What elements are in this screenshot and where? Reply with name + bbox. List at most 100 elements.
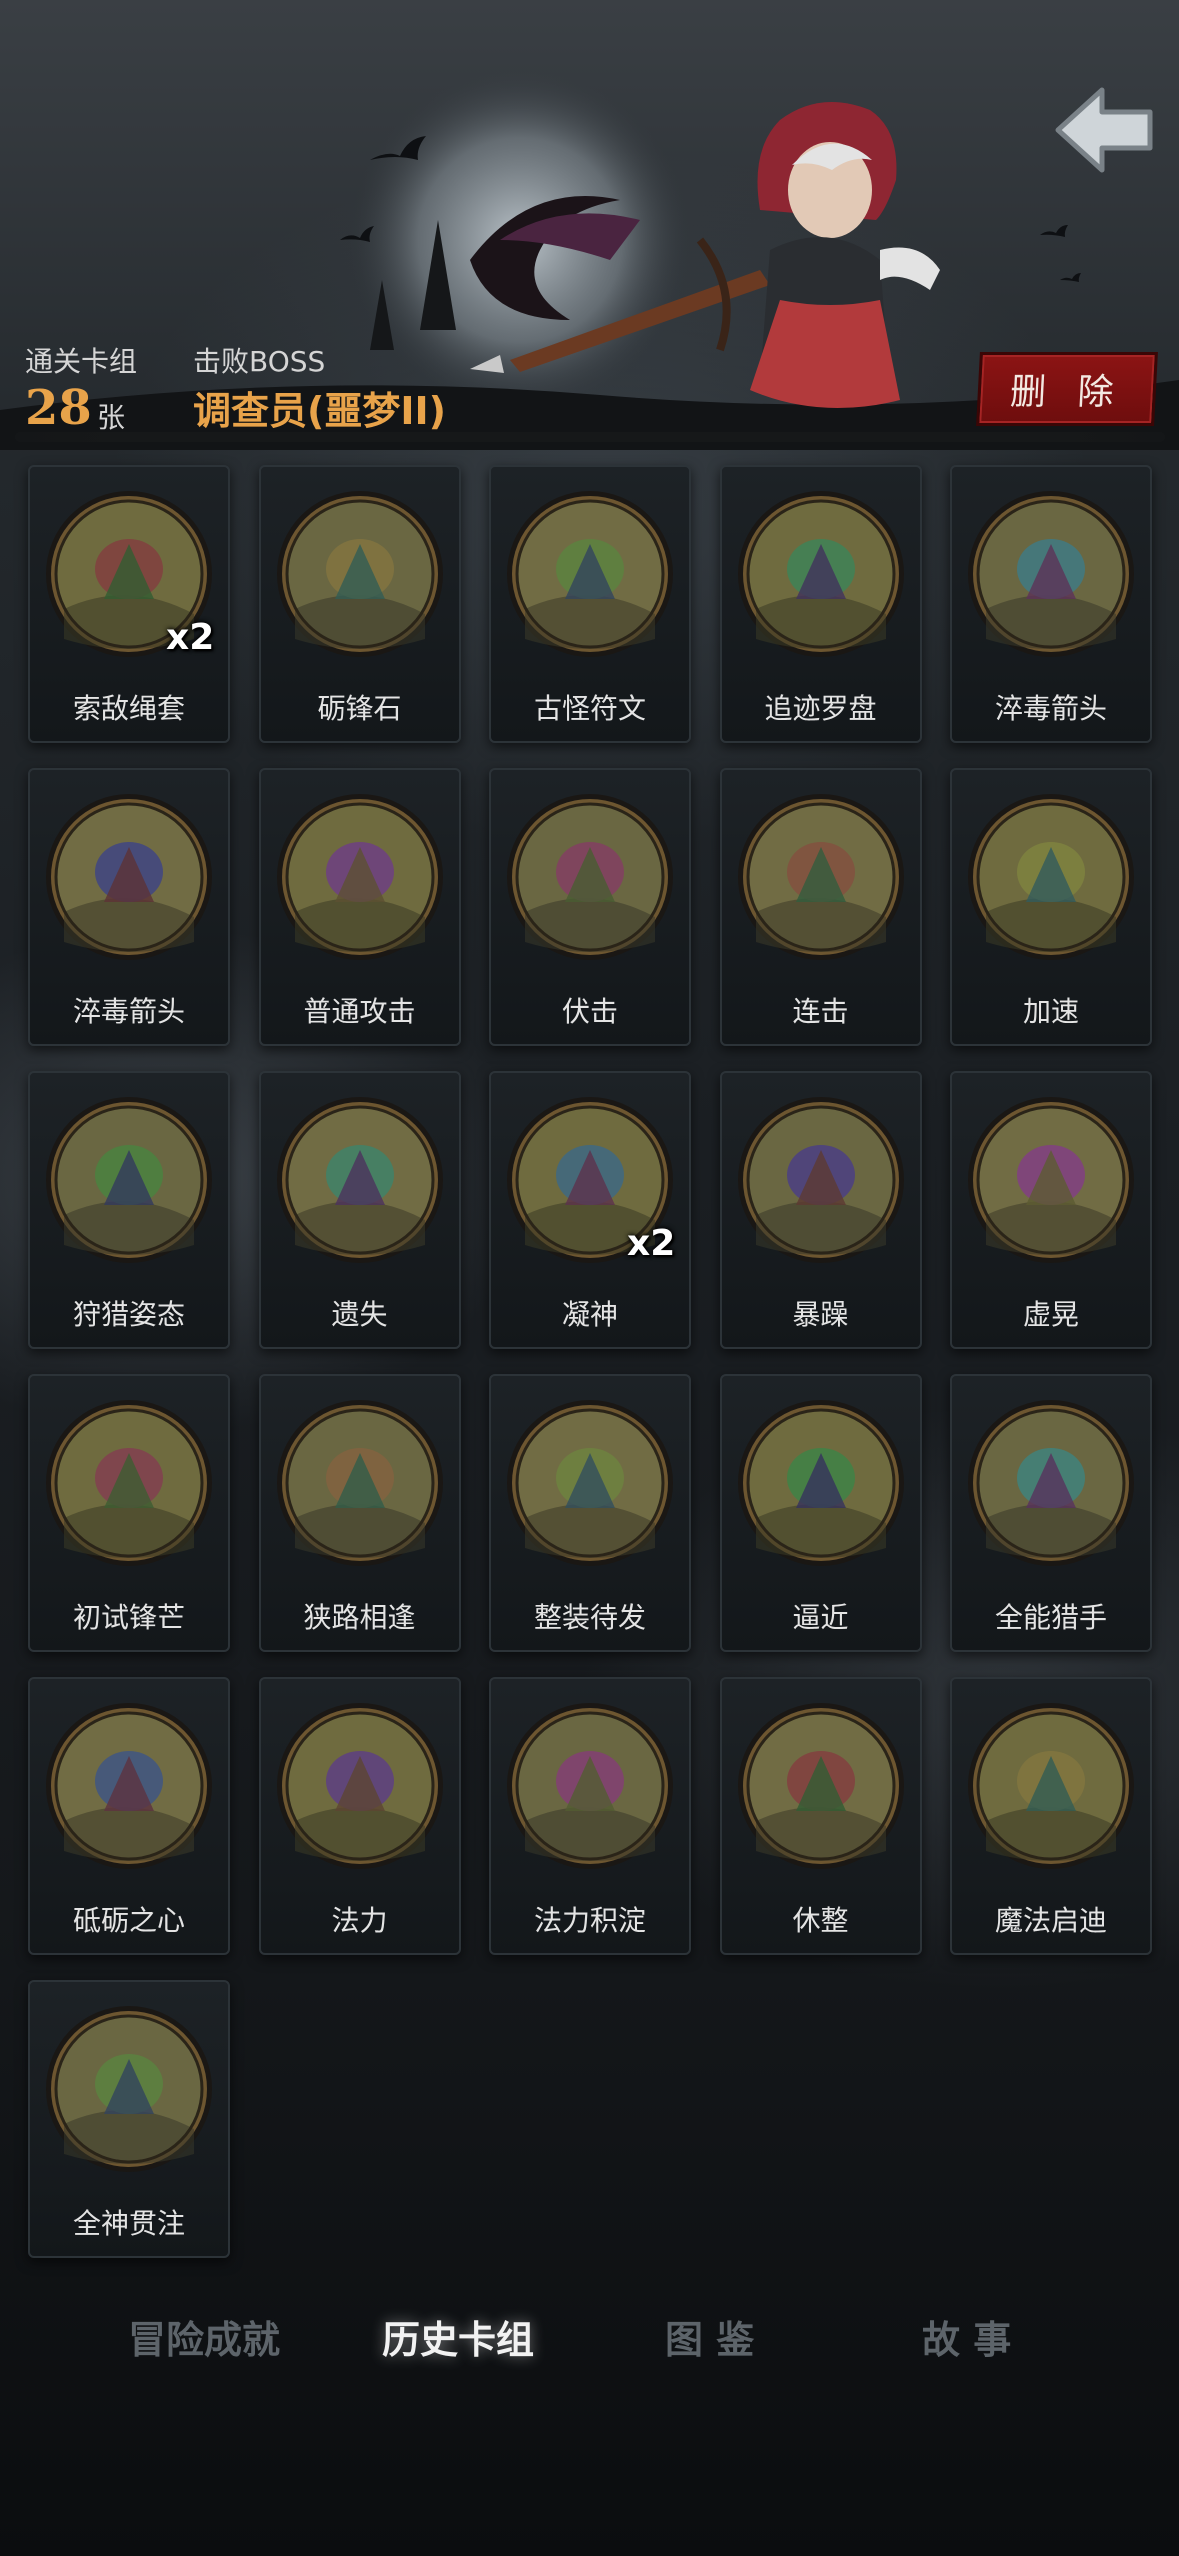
bottom-tab-bar: 冒险成就 历史卡组 图 鉴 故 事 (0, 2300, 1179, 2380)
card-item[interactable]: 伏击 (489, 768, 691, 1046)
card-item[interactable]: 凝神 x2 (489, 1071, 691, 1349)
card-count-badge: x2 (627, 1223, 676, 1264)
card-name: 虚晃 (1022, 1298, 1079, 1331)
card-name: 法力积淀 (533, 1904, 646, 1937)
card-name: 砥砺之心 (72, 1904, 185, 1937)
card-art (44, 1701, 214, 1871)
card-unit: 张 (97, 401, 126, 434)
card-art (505, 1398, 675, 1568)
card-item[interactable]: 普通攻击 (258, 768, 461, 1046)
card-item[interactable]: 索敌绳套 x2 (28, 465, 230, 743)
card-item[interactable]: 追迹罗盘 (719, 465, 922, 743)
card-item[interactable]: 古怪符文 (489, 465, 691, 743)
card-art (736, 1095, 906, 1265)
rage-icon (737, 1097, 904, 1263)
card-art (44, 792, 214, 962)
card-art (966, 489, 1136, 659)
back-arrow-icon (1055, 87, 1153, 173)
card-item[interactable]: 遗失 (258, 1071, 461, 1349)
lost-icon (276, 1097, 443, 1263)
card-item[interactable]: 法力积淀 (489, 1677, 691, 1955)
card-item[interactable]: 逼近 (719, 1374, 922, 1652)
haste-icon (968, 794, 1134, 960)
defeated-boss-label: 击败BOSS (193, 345, 326, 378)
tab-adventure-achievements[interactable]: 冒险成就 (128, 2300, 280, 2380)
card-count: 28 (25, 380, 92, 436)
card-item[interactable]: 初试锋芒 (28, 1374, 230, 1652)
card-art (966, 1701, 1136, 1871)
card-name: 淬毒箭头 (72, 995, 185, 1028)
card-name: 遗失 (331, 1298, 388, 1331)
card-name: 初试锋芒 (72, 1601, 185, 1634)
all-round-hunter-icon (968, 1400, 1134, 1566)
card-item[interactable]: 淬毒箭头 (950, 465, 1152, 743)
back-button[interactable] (1050, 80, 1160, 180)
magic-insight-icon (968, 1703, 1134, 1869)
card-art (736, 1398, 906, 1568)
card-art (505, 489, 675, 659)
card-art (505, 792, 675, 962)
card-art (44, 1398, 214, 1568)
card-name: 狭路相逢 (303, 1601, 416, 1634)
bat-icon (1040, 225, 1068, 237)
card-item[interactable]: 淬毒箭头 (28, 768, 230, 1046)
slash-icon (276, 794, 443, 960)
poison-arrow-icon (968, 491, 1134, 657)
card-name: 加速 (1022, 995, 1079, 1028)
card-item[interactable]: 砺锋石 (258, 465, 461, 743)
card-name: 凝神 (561, 1298, 618, 1331)
mana-swirl-icon (507, 1703, 673, 1869)
card-item[interactable]: 全神贯注 (28, 1980, 230, 2258)
boss-name: 调查员(噩梦II) (193, 389, 447, 433)
card-name: 古怪符文 (533, 692, 646, 725)
card-item[interactable]: 狩猎姿态 (28, 1071, 230, 1349)
card-art (736, 792, 906, 962)
card-name: 淬毒箭头 (994, 692, 1107, 725)
tab-codex[interactable]: 图 鉴 (665, 2300, 754, 2380)
card-name: 全神贯注 (72, 2207, 185, 2240)
feint-icon (968, 1097, 1134, 1263)
card-item[interactable]: 狭路相逢 (258, 1374, 461, 1652)
hero-banner: 通关卡组 28 张 击败BOSS 调查员(噩梦II) 删 除 (0, 0, 1179, 450)
card-item[interactable]: 整装待发 (489, 1374, 691, 1652)
card-art (966, 1398, 1136, 1568)
card-name: 全能猎手 (994, 1601, 1107, 1634)
whetstone-icon (276, 491, 443, 657)
card-name: 逼近 (792, 1601, 849, 1634)
card-art (275, 489, 445, 659)
compass-icon (737, 491, 904, 657)
card-name: 普通攻击 (303, 995, 416, 1028)
card-art (275, 1095, 445, 1265)
card-name: 魔法启迪 (994, 1904, 1107, 1937)
card-art (44, 1095, 214, 1265)
rune-icon (507, 491, 673, 657)
card-name: 休整 (792, 1904, 849, 1937)
card-item[interactable]: 砥砺之心 (28, 1677, 230, 1955)
card-name: 整装待发 (533, 1601, 646, 1634)
card-name: 暴躁 (792, 1298, 849, 1331)
combo-icon (737, 794, 904, 960)
card-item[interactable]: 加速 (950, 768, 1152, 1046)
card-item[interactable]: 暴躁 (719, 1071, 922, 1349)
card-name: 法力 (331, 1904, 388, 1937)
card-art (44, 2004, 214, 2174)
encounter-icon (276, 1400, 443, 1566)
cleared-decks-label: 通关卡组 (25, 345, 138, 378)
card-item[interactable]: 休整 (719, 1677, 922, 1955)
ambush-icon (507, 794, 673, 960)
card-art (966, 1095, 1136, 1265)
tab-story[interactable]: 故 事 (922, 2300, 1011, 2380)
card-item[interactable]: 魔法启迪 (950, 1677, 1152, 1955)
tab-deck-history[interactable]: 历史卡组 (382, 2300, 534, 2380)
rest-icon (737, 1703, 904, 1869)
card-item[interactable]: 全能猎手 (950, 1374, 1152, 1652)
delete-button[interactable]: 删 除 (976, 352, 1158, 426)
card-item[interactable]: 法力 (258, 1677, 461, 1955)
card-art (275, 1701, 445, 1871)
deck-history-screen: { "header": { "cleared_decks_label": "通关… (0, 0, 1179, 2556)
card-item[interactable]: 虚晃 (950, 1071, 1152, 1349)
card-item[interactable]: 连击 (719, 768, 922, 1046)
card-count-badge: x2 (166, 617, 215, 658)
bat-icon (1060, 273, 1081, 282)
card-art (966, 792, 1136, 962)
